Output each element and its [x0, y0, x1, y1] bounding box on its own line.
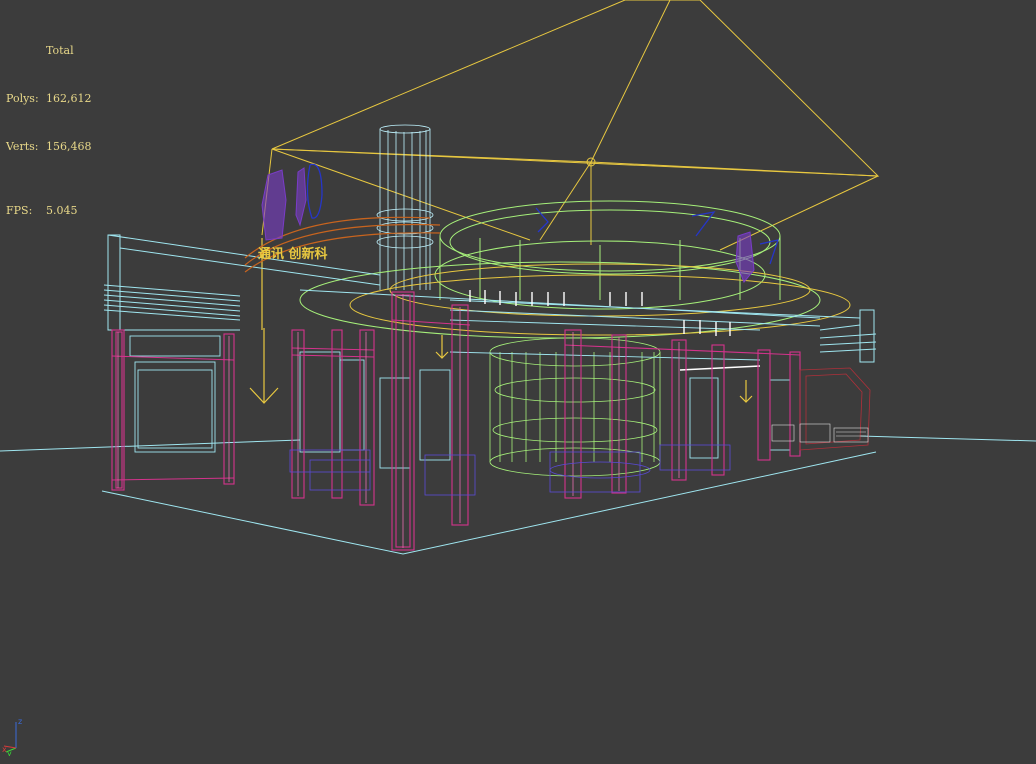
fps-row: FPS: 5.045 — [6, 203, 92, 219]
polys-row: Polys: 162,612 — [6, 91, 92, 107]
left-wall-panel — [103, 234, 381, 331]
banner-text: 通讯 创新科 — [258, 246, 328, 262]
viewport-stats: Total Polys: 162,612 Verts: 156,468 FPS:… — [6, 11, 92, 251]
counter-equipment — [771, 423, 869, 443]
polys-value: 162,612 — [46, 92, 92, 105]
column-highlights — [117, 294, 680, 548]
lamp-strips — [469, 290, 761, 371]
fps-label: FPS: — [6, 204, 33, 217]
tower-cylinder — [376, 124, 434, 290]
ground-plane — [0, 435, 1036, 555]
verts-label: Verts: — [6, 140, 39, 153]
fps-value: 5.045 — [46, 204, 78, 217]
verts-row: Verts: 156,468 — [6, 139, 92, 155]
base-furniture — [289, 444, 731, 496]
wireframe-scene[interactable]: 通讯 创新科 — [0, 0, 1036, 764]
axis-gizmo-icon: z x y — [2, 717, 22, 756]
axis-z-label: z — [18, 717, 22, 726]
camera-frustum — [261, 0, 880, 251]
polys-label: Polys: — [6, 92, 39, 105]
verts-value: 156,468 — [46, 140, 92, 153]
reception-counter — [799, 367, 871, 451]
stats-title: Total — [46, 44, 74, 57]
perspective-viewport[interactable]: 通讯 创新科 Total Polys: 162,612 Verts: 156,4… — [0, 0, 1036, 764]
glass-drum — [489, 337, 661, 477]
axis-y-label: y — [7, 749, 12, 756]
